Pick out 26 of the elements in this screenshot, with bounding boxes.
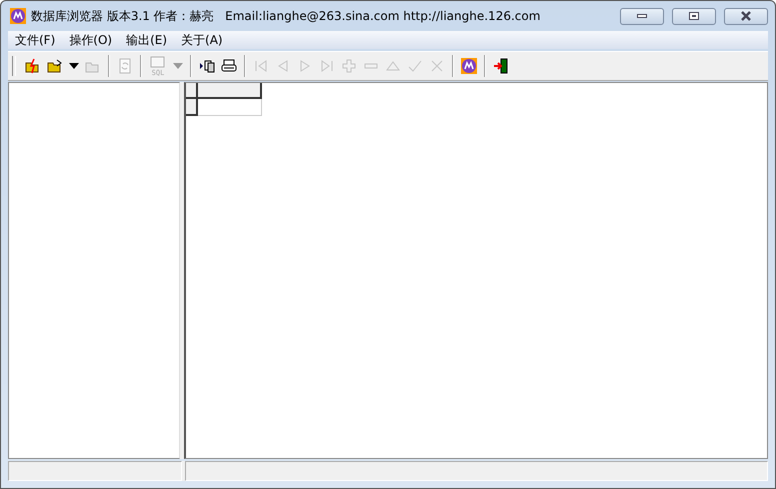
check-icon [407,58,423,74]
maximize-button[interactable] [672,8,716,24]
maximize-icon [689,12,699,20]
minimize-button[interactable] [620,8,664,24]
printer-icon [221,58,237,74]
close-icon [740,11,752,21]
arrow-copy-icon [199,58,215,74]
logo-icon [461,58,477,74]
document-refresh-icon [117,58,133,74]
menu-item[interactable]: 操作(O) [62,32,120,48]
window-title: 数据库浏览器 版本3.1 作者：赫亮 Email:lianghe@263.sina.com http://lianghe.126.com [31,8,540,24]
close-button[interactable] [724,8,768,24]
exit-icon [493,58,509,74]
folder-arrow-icon [47,58,63,74]
cross-icon [429,58,445,74]
caret-icon [69,63,79,69]
minimize-icon [637,14,647,18]
logo-icon [10,8,26,24]
folder-lightning-icon [25,58,41,74]
first-icon [253,58,269,74]
menu-item[interactable]: 输出(E) [119,32,174,48]
caret-icon [173,63,183,69]
plus-icon [341,58,357,74]
menu-item[interactable]: 关于(A) [174,32,230,48]
last-icon [319,58,335,74]
menu-item[interactable]: 文件(F) [8,32,62,48]
